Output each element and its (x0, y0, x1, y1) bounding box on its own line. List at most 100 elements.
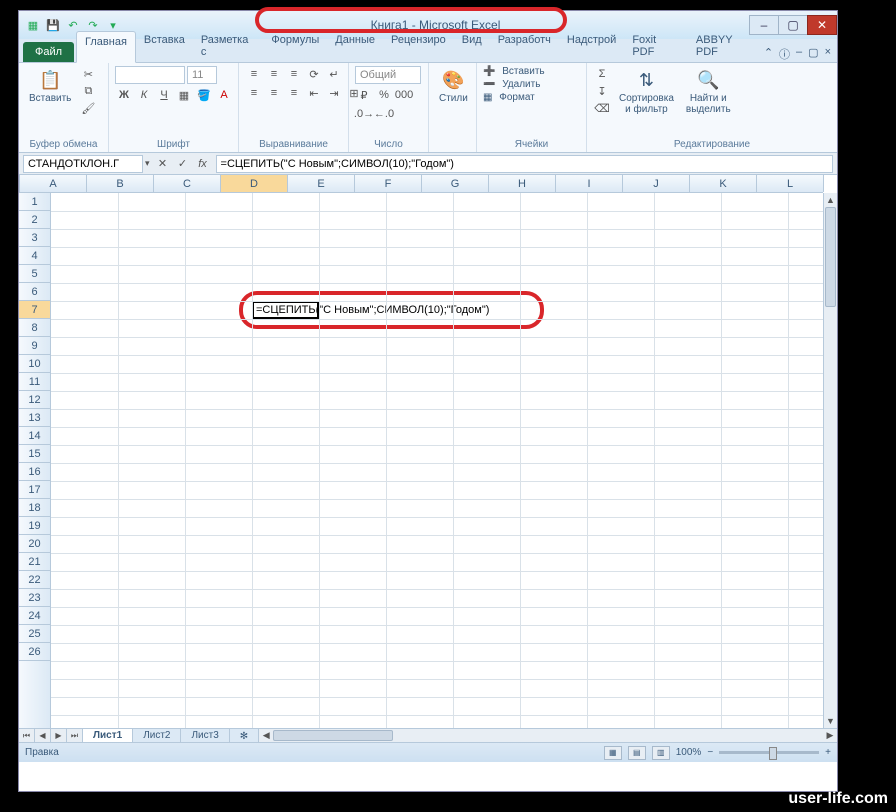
row-header[interactable]: 7 (19, 301, 50, 319)
row-header[interactable]: 16 (19, 463, 50, 481)
save-icon[interactable]: 💾 (45, 17, 61, 33)
align-bottom-icon[interactable]: ≡ (285, 66, 303, 82)
align-right-icon[interactable]: ≡ (285, 85, 303, 101)
row-header[interactable]: 6 (19, 283, 50, 301)
font-color-icon[interactable]: A (215, 87, 233, 103)
align-center-icon[interactable]: ≡ (265, 85, 283, 101)
row-header[interactable]: 13 (19, 409, 50, 427)
hscroll-thumb[interactable] (273, 730, 393, 741)
sheet-tab[interactable]: Лист3 (181, 729, 229, 743)
align-top-icon[interactable]: ≡ (245, 66, 263, 82)
sheet-tab[interactable]: Лист1 (83, 729, 133, 743)
increase-decimal-icon[interactable]: .0→ (355, 106, 373, 122)
row-header[interactable]: 25 (19, 625, 50, 643)
row-header[interactable]: 22 (19, 571, 50, 589)
row-header[interactable]: 26 (19, 643, 50, 661)
sheet-nav-button[interactable]: ◀ (35, 729, 51, 743)
column-header[interactable]: F (355, 175, 422, 192)
insert-function-button[interactable]: fx (194, 155, 212, 173)
maximize-button[interactable]: ▢ (778, 15, 808, 35)
borders-icon[interactable]: ▦ (175, 87, 193, 103)
autosum-icon[interactable]: Σ (593, 66, 611, 82)
indent-increase-icon[interactable]: ⇥ (325, 85, 343, 101)
row-header[interactable]: 2 (19, 211, 50, 229)
row-header[interactable]: 9 (19, 337, 50, 355)
row-header[interactable]: 19 (19, 517, 50, 535)
row-header[interactable]: 21 (19, 553, 50, 571)
orientation-icon[interactable]: ⟳ (305, 66, 323, 82)
clear-icon[interactable]: ⌫ (593, 100, 611, 116)
ribbon-tab[interactable]: Рецензиро (383, 30, 454, 62)
delete-cells-button[interactable]: ➖ Удалить (483, 79, 540, 90)
formula-bar[interactable]: =СЦЕПИТЬ("С Новым";СИМВОЛ(10);"Годом") (216, 155, 833, 173)
italic-button[interactable]: К (135, 87, 153, 103)
ribbon-tab[interactable]: Разметка с (193, 30, 264, 62)
file-tab[interactable]: Файл (23, 42, 74, 62)
format-painter-icon[interactable]: 🖌 (79, 100, 97, 116)
normal-view-button[interactable]: ▦ (604, 746, 622, 760)
ribbon-tab[interactable]: ABBYY PDF (688, 30, 764, 62)
vertical-scrollbar[interactable]: ▲ ▼ (823, 193, 837, 728)
help-icon[interactable]: ⓘ (779, 46, 790, 62)
worksheet-grid[interactable]: ABCDEFGHIJKL 123456789101112131415161718… (19, 175, 837, 742)
name-box[interactable]: СТАНДОТКЛОН.Г (23, 155, 143, 173)
scroll-down-icon[interactable]: ▼ (824, 714, 837, 728)
column-header[interactable]: A (20, 175, 87, 192)
row-header[interactable]: 12 (19, 391, 50, 409)
row-header[interactable]: 14 (19, 427, 50, 445)
row-header[interactable]: 10 (19, 355, 50, 373)
underline-button[interactable]: Ч (155, 87, 173, 103)
column-header[interactable]: G (422, 175, 489, 192)
format-cells-button[interactable]: ▦ Формат (483, 92, 535, 103)
vscroll-thumb[interactable] (825, 207, 836, 307)
insert-cells-button[interactable]: ➕ Вставить (483, 66, 545, 77)
column-header[interactable]: E (288, 175, 355, 192)
sheet-nav-button[interactable]: ⏮ (19, 729, 35, 743)
page-layout-view-button[interactable]: ▤ (628, 746, 646, 760)
horizontal-scrollbar[interactable]: ◀ ▶ (259, 729, 837, 742)
sheet-nav-button[interactable]: ⏭ (67, 729, 83, 743)
ribbon-tab[interactable]: Формулы (263, 30, 327, 62)
row-header[interactable]: 20 (19, 535, 50, 553)
row-header[interactable]: 5 (19, 265, 50, 283)
font-size-dropdown[interactable]: 11 (187, 66, 217, 84)
zoom-in-button[interactable]: + (825, 747, 831, 758)
zoom-slider[interactable] (719, 751, 819, 754)
percent-icon[interactable]: % (375, 87, 393, 103)
align-middle-icon[interactable]: ≡ (265, 66, 283, 82)
indent-decrease-icon[interactable]: ⇤ (305, 85, 323, 101)
align-left-icon[interactable]: ≡ (245, 85, 263, 101)
mdi-restore-icon[interactable]: ▢ (808, 46, 818, 62)
decrease-decimal-icon[interactable]: ←.0 (375, 106, 393, 122)
comma-icon[interactable]: 000 (395, 87, 413, 103)
column-header[interactable]: H (489, 175, 556, 192)
fill-icon[interactable]: ↧ (593, 83, 611, 99)
zoom-out-button[interactable]: − (707, 747, 713, 758)
column-header[interactable]: J (623, 175, 690, 192)
ribbon-tab[interactable]: Надстрой (559, 30, 624, 62)
scroll-up-icon[interactable]: ▲ (824, 193, 837, 207)
ribbon-tab[interactable]: Разработч (490, 30, 559, 62)
active-cell[interactable]: =СЦЕПИТЬ("С Новым";СИМВОЛ(10);"Годом") (252, 301, 319, 319)
ribbon-tab[interactable]: Данные (327, 30, 383, 62)
row-header[interactable]: 8 (19, 319, 50, 337)
scroll-left-icon[interactable]: ◀ (259, 729, 273, 742)
column-header[interactable]: K (690, 175, 757, 192)
page-break-view-button[interactable]: ▥ (652, 746, 670, 760)
ribbon-tab[interactable]: Вставка (136, 30, 193, 62)
close-button[interactable]: ✕ (807, 15, 837, 35)
row-header[interactable]: 18 (19, 499, 50, 517)
row-header[interactable]: 17 (19, 481, 50, 499)
number-format-dropdown[interactable]: Общий (355, 66, 421, 84)
new-sheet-button[interactable]: ✻ (230, 729, 259, 742)
column-header[interactable]: I (556, 175, 623, 192)
mdi-minimize-icon[interactable]: – (796, 46, 802, 62)
fill-color-icon[interactable]: 🪣 (195, 87, 213, 103)
styles-button[interactable]: 🎨 Стили (435, 66, 472, 106)
zoom-level[interactable]: 100% (676, 747, 702, 758)
enter-formula-button[interactable]: ✓ (174, 155, 192, 173)
sheet-tab[interactable]: Лист2 (133, 729, 181, 743)
copy-icon[interactable]: ⧉ (79, 83, 97, 99)
ribbon-tab[interactable]: Foxit PDF (624, 30, 688, 62)
row-header[interactable]: 4 (19, 247, 50, 265)
